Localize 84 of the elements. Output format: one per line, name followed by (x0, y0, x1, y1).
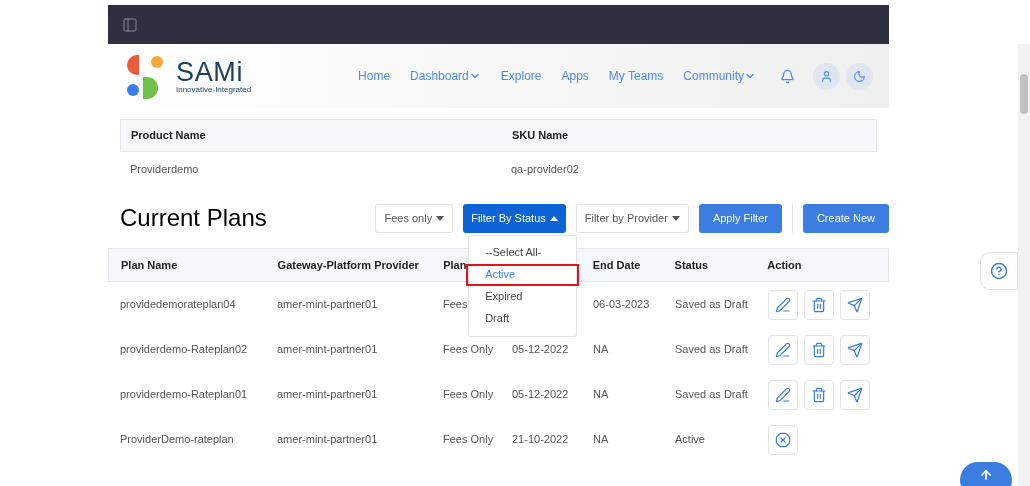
caret-icon (549, 215, 558, 221)
trash-icon (811, 386, 827, 403)
menu-item[interactable]: Active (466, 263, 580, 286)
send-button[interactable] (840, 289, 870, 320)
column-header: Product Name (130, 128, 207, 144)
brand-name: SAMi (176, 58, 245, 86)
table-cell: Fees Only (443, 433, 494, 446)
table-cell: ProviderDemo-rateplan (120, 433, 234, 446)
menu-item[interactable]: Expired (466, 285, 580, 308)
column-header: SKU Name (511, 128, 569, 144)
notification-icon[interactable] (780, 68, 795, 84)
table-cell: providerdemo-Rateplan02 (120, 343, 248, 356)
trash-icon (811, 296, 827, 313)
menu-item[interactable]: Draft (466, 307, 580, 330)
table-cell: 06-03-2023 (593, 298, 650, 311)
page-title: Current Plans (120, 203, 267, 233)
table-cell: amer-mint-partner01 (277, 433, 378, 446)
nav-link[interactable]: My Teams (608, 67, 664, 85)
table-cell: Saved as Draft (675, 343, 748, 356)
table-cell: providedemorateplan04 (120, 298, 236, 311)
table-cell: NA (593, 343, 609, 356)
delete-button[interactable] (804, 334, 834, 365)
scrollbar-thumb[interactable] (1020, 74, 1028, 114)
nav-link[interactable]: Community (683, 67, 756, 85)
pencil-icon (775, 386, 791, 403)
moon-icon (853, 69, 866, 83)
logo-icon (125, 53, 165, 99)
table-cell: amer-mint-partner01 (277, 388, 378, 401)
sidebar-toggle-icon[interactable] (122, 16, 138, 33)
table-cell: NA (593, 388, 609, 401)
send-icon (847, 296, 863, 313)
delete-button[interactable] (804, 289, 834, 320)
menu-item[interactable]: --Select All- (466, 241, 580, 264)
send-icon (847, 341, 863, 358)
table-cell: 05-12-2022 (512, 343, 569, 356)
filter-dropdown[interactable]: Filter by Provider (575, 203, 689, 233)
table-cell: amer-mint-partner01 (277, 343, 378, 356)
nav-link[interactable]: Home (358, 67, 391, 85)
create-new-button[interactable]: Create New (802, 203, 889, 233)
column-header: Plan (443, 258, 467, 271)
table-cell: Fees Only (443, 388, 494, 401)
edit-button[interactable] (768, 379, 798, 410)
table-cell: 05-12-2022 (512, 388, 569, 401)
profile-button[interactable] (813, 62, 840, 90)
table-cell: Active (675, 433, 705, 446)
help-icon (990, 262, 1008, 280)
filter-dropdown[interactable]: Filter By Status (463, 203, 566, 233)
pencil-icon (775, 341, 791, 358)
octagon-x-icon (775, 431, 791, 448)
brand-tagline: Innovative-Integrated (176, 85, 252, 94)
send-button[interactable] (840, 379, 870, 410)
caret-icon (671, 215, 680, 221)
table-cell: providerdemo-Rateplan01 (120, 388, 248, 401)
nav-link[interactable]: Apps (561, 67, 589, 85)
column-header: Status (674, 258, 709, 271)
send-button[interactable] (840, 334, 870, 365)
cancel-button[interactable] (768, 424, 798, 455)
column-header: Action (767, 258, 802, 271)
column-header: Gateway-Platform Provider (277, 258, 419, 271)
filter-dropdown[interactable]: Fees only (375, 203, 454, 233)
table-cell: amer-mint-partner01 (277, 298, 378, 311)
table-cell: Saved as Draft (675, 298, 748, 311)
delete-button[interactable] (804, 379, 834, 410)
table-cell: Fees Only (443, 343, 494, 356)
user-icon (820, 69, 833, 83)
caret-icon (436, 215, 445, 221)
send-icon (847, 386, 863, 403)
table-cell: Fees (443, 298, 468, 311)
theme-toggle-button[interactable] (846, 62, 873, 90)
nav-link[interactable]: Dashboard (410, 67, 481, 85)
pencil-icon (775, 296, 791, 313)
column-header: End Date (592, 258, 641, 271)
edit-button[interactable] (768, 334, 798, 365)
trash-icon (811, 341, 827, 358)
nav-link[interactable]: Explore (500, 67, 542, 85)
table-cell-text: qa-provider02 (510, 161, 579, 177)
table-cell-text: Providerdemo (129, 161, 200, 177)
table-cell: 21-10-2022 (512, 433, 569, 446)
apply-filter-button[interactable]: Apply Filter (698, 203, 782, 233)
help-button[interactable] (980, 252, 1018, 290)
table-cell: NA (593, 433, 609, 446)
column-header: Plan Name (121, 258, 178, 271)
table-cell: Saved as Draft (675, 388, 748, 401)
edit-button[interactable] (768, 289, 798, 320)
